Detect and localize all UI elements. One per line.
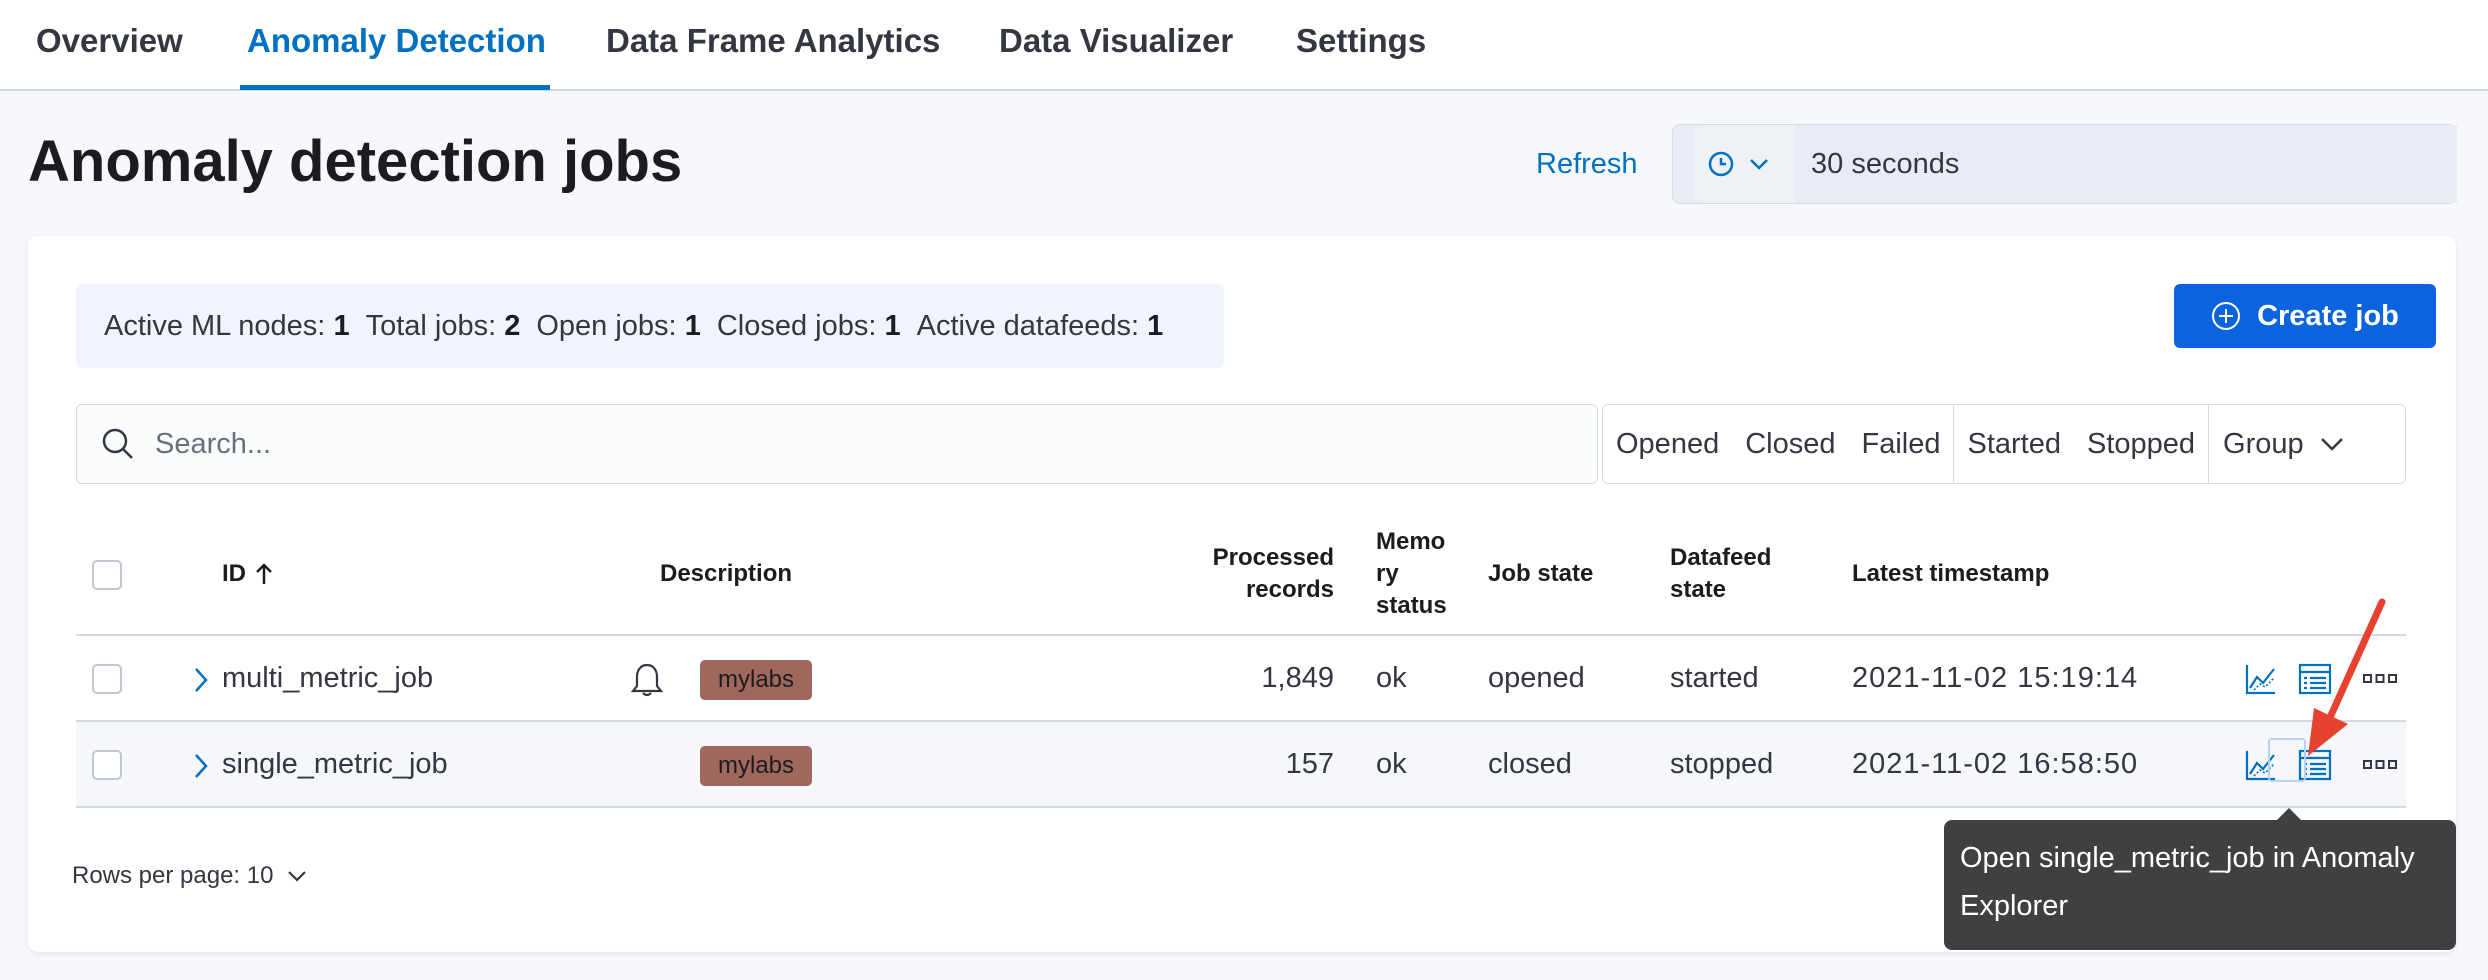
chevron-down-icon: [288, 871, 307, 882]
rows-per-page-label: Rows per page: 10: [72, 862, 274, 889]
tab-bar: Overview Anomaly Detection Data Frame An…: [0, 0, 2488, 91]
column-id-label: ID: [222, 560, 246, 587]
job-id: single_metric_job: [222, 748, 448, 780]
stat-closed-jobs: Closed jobs: 1: [716, 309, 901, 342]
annotation-arrow-icon: [2308, 598, 2386, 756]
processed-records: 157: [1285, 748, 1334, 780]
filter-closed[interactable]: Closed: [1732, 428, 1848, 461]
active-tab-indicator: [240, 85, 550, 90]
column-latest-timestamp[interactable]: Latest timestamp: [1852, 558, 2049, 590]
chevron-right-icon[interactable]: [192, 752, 210, 780]
interval-toggle[interactable]: [1693, 125, 1801, 203]
select-all-checkbox[interactable]: [92, 560, 122, 590]
chevron-down-icon: [1750, 159, 1768, 170]
chevron-right-icon[interactable]: [192, 666, 210, 694]
search-box[interactable]: [76, 404, 1598, 484]
job-state: opened: [1488, 662, 1585, 694]
row-checkbox[interactable]: [92, 750, 122, 780]
plus-circle-icon: [2212, 302, 2241, 330]
stat-total-jobs: Total jobs: 2: [365, 309, 521, 342]
search-input[interactable]: [155, 419, 1555, 469]
single-metric-viewer-icon[interactable]: [2244, 662, 2278, 696]
group-filter-button[interactable]: Group: [2209, 428, 2358, 461]
filter-stopped[interactable]: Stopped: [2074, 428, 2208, 461]
search-icon: [102, 428, 133, 459]
latest-timestamp: 2021-11-02 16:58:50: [1852, 748, 2139, 780]
tab-data-visualizer[interactable]: Data Visualizer: [999, 22, 1233, 60]
column-id[interactable]: ID: [222, 558, 274, 590]
filter-started[interactable]: Started: [1954, 428, 2074, 461]
refresh-interval-picker[interactable]: 30 seconds: [1672, 124, 2457, 204]
create-job-label: Create job: [2257, 299, 2399, 332]
memory-status: ok: [1376, 748, 1407, 780]
refresh-button[interactable]: Refresh: [1536, 148, 1638, 181]
job-id: multi_metric_job: [222, 662, 434, 694]
sort-ascending-icon: [256, 563, 272, 584]
column-processed-records[interactable]: Processed records: [1134, 542, 1334, 606]
column-job-state[interactable]: Job state: [1488, 558, 1593, 590]
rows-per-page-button[interactable]: Rows per page: 10: [72, 862, 307, 890]
bell-icon: [630, 663, 664, 697]
table-row: multi_metric_job mylabs 1,849 ok opened …: [76, 636, 2406, 722]
column-memory-status[interactable]: Memo ry status: [1376, 526, 1447, 622]
tab-settings[interactable]: Settings: [1296, 22, 1426, 60]
stat-active-datafeeds: Active datafeeds: 1: [916, 309, 1164, 342]
group-badge[interactable]: mylabs: [700, 746, 813, 786]
datafeed-state: stopped: [1670, 748, 1774, 780]
column-datafeed-state[interactable]: Datafeed state: [1670, 542, 1771, 606]
group-filter-label: Group: [2223, 427, 2304, 460]
interval-value: 30 seconds: [1795, 125, 2457, 203]
processed-records: 1,849: [1261, 662, 1334, 694]
column-description: Description: [660, 560, 793, 587]
table-row: single_metric_job mylabs 157 ok closed s…: [76, 722, 2406, 808]
clock-icon: [1708, 151, 1734, 177]
job-state: closed: [1488, 748, 1572, 780]
job-filters: Opened Closed Failed Started Stopped Gro…: [1602, 404, 2406, 484]
stat-active-ml-nodes: Active ML nodes: 1: [104, 309, 350, 342]
tab-anomaly-detection[interactable]: Anomaly Detection: [247, 22, 546, 60]
row-checkbox[interactable]: [92, 664, 122, 694]
chevron-down-icon: [2320, 438, 2343, 451]
group-badge[interactable]: mylabs: [700, 660, 813, 700]
tab-data-frame-analytics[interactable]: Data Frame Analytics: [606, 22, 940, 60]
filter-failed[interactable]: Failed: [1848, 428, 1953, 461]
table-header: ID Description Processed records Memo ry…: [76, 514, 2406, 636]
create-job-button[interactable]: Create job: [2174, 284, 2436, 348]
latest-timestamp: 2021-11-02 15:19:14: [1852, 662, 2139, 694]
stat-open-jobs: Open jobs: 1: [536, 309, 701, 342]
datafeed-state: started: [1670, 662, 1759, 694]
tooltip: Open single_metric_job in Anomaly Explor…: [1944, 820, 2456, 950]
tab-overview[interactable]: Overview: [36, 22, 183, 60]
filter-opened[interactable]: Opened: [1603, 428, 1732, 461]
page-title: Anomaly detection jobs: [28, 129, 683, 194]
job-stats-bar: Active ML nodes: 1 Total jobs: 2 Open jo…: [76, 284, 1224, 368]
memory-status: ok: [1376, 662, 1407, 694]
